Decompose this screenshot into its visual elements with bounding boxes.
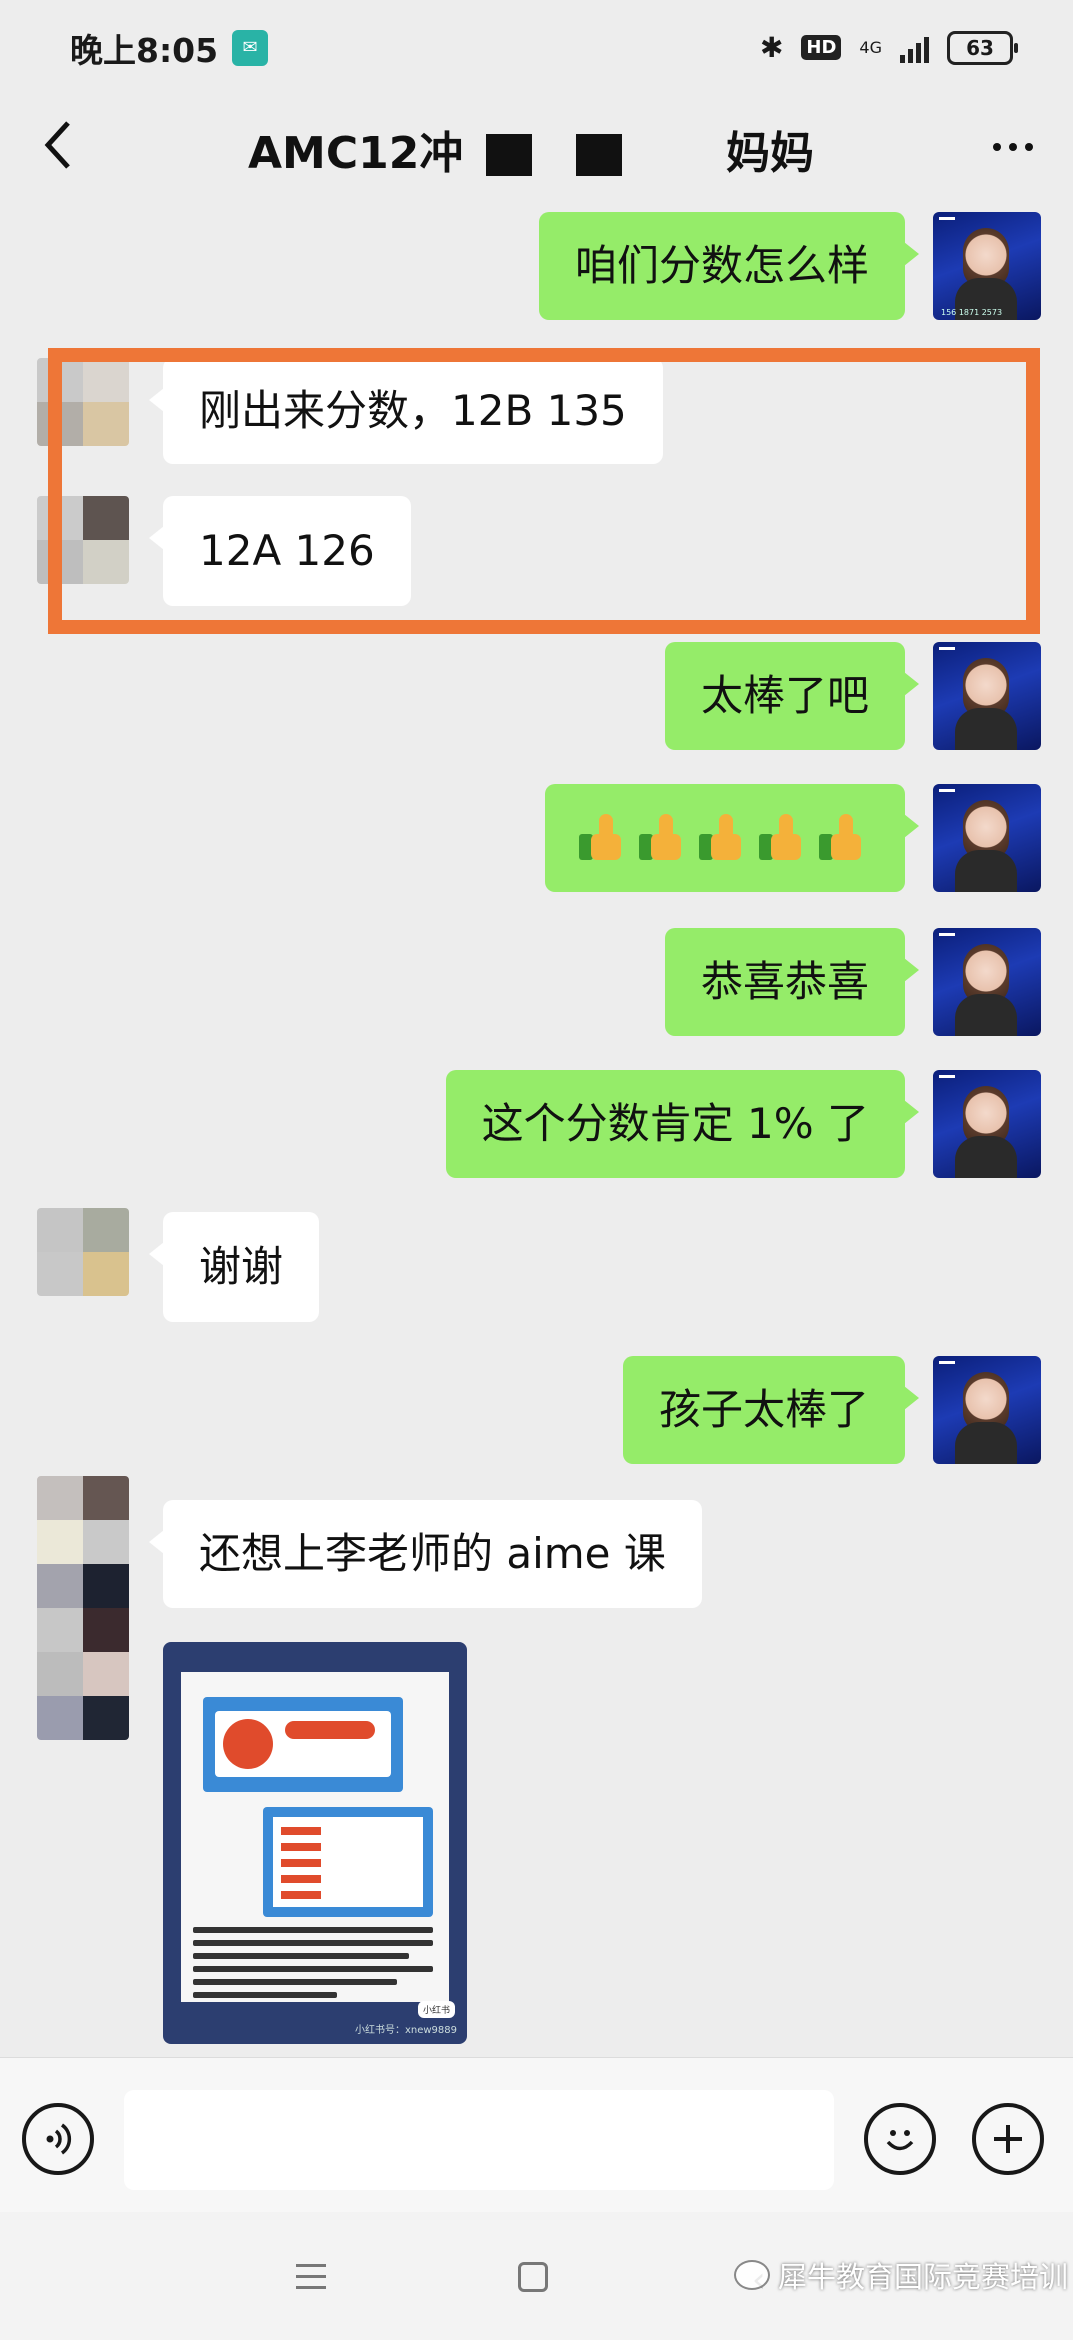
status-indicators: ✱ HD 4G 63 [759, 30, 1018, 65]
title-bar: AMC12冲 妈妈 [0, 95, 1073, 195]
status-bar: 晚上8:05 ✉ ✱ HD 4G 63 [0, 0, 1073, 95]
voice-icon [46, 2123, 72, 2155]
watermark: 犀牛教育国际竞赛培训 [734, 2254, 1068, 2296]
chat-title: AMC12冲 [248, 128, 464, 179]
menu-icon[interactable] [296, 2264, 326, 2297]
back-arrow-icon[interactable] [28, 115, 88, 175]
wechat-logo-icon [734, 2260, 770, 2290]
message-bubble[interactable]: 谢谢 [148, 1212, 320, 1322]
message-input[interactable] [124, 2090, 834, 2190]
home-icon[interactable] [518, 2262, 548, 2292]
more-options-icon[interactable] [983, 117, 1043, 177]
input-bar [0, 2057, 1073, 2212]
self-avatar[interactable] [933, 928, 1041, 1036]
contact-avatar[interactable] [37, 1208, 129, 1296]
notification-icon: ✉ [232, 29, 269, 66]
chat-title-suffix: 妈妈 [726, 128, 814, 179]
image-message[interactable]: 小红书 小红书号：xnew9889 [163, 1642, 467, 2044]
thumbs-up-icon [819, 812, 871, 864]
self-avatar[interactable] [933, 784, 1041, 892]
thumbs-up-icon [579, 812, 631, 864]
network-label: 4G [859, 38, 882, 57]
message-bubble[interactable]: 这个分数肯定 1% 了 [445, 1070, 920, 1178]
message-bubble[interactable] [545, 784, 919, 892]
hd-badge: HD [801, 35, 842, 60]
image-footer: 小红书号：xnew9889 [354, 2025, 457, 2036]
contact-avatar[interactable] [37, 1476, 129, 1740]
self-avatar[interactable] [933, 642, 1041, 750]
message-bubble[interactable]: 咱们分数怎么样 [538, 212, 920, 320]
self-avatar[interactable] [933, 1356, 1041, 1464]
message-bubble[interactable]: 还想上李老师的 aime 课 [149, 1500, 702, 1608]
thumbs-up-icon [639, 812, 691, 864]
bluetooth-icon: ✱ [759, 31, 784, 64]
more-actions-button[interactable] [972, 2103, 1044, 2175]
message-bubble[interactable]: 恭喜恭喜 [664, 928, 920, 1036]
status-time: 晚上8:05 [70, 30, 219, 70]
redaction-block [486, 134, 532, 176]
plus-icon [994, 2125, 1022, 2153]
image-tag: 小红书 [417, 2001, 455, 2018]
self-avatar[interactable] [933, 1070, 1041, 1178]
battery-icon: 63 [947, 30, 1018, 65]
emoji-button[interactable] [864, 2103, 936, 2175]
voice-input-button[interactable] [22, 2103, 94, 2175]
highlight-box [48, 348, 1040, 634]
message-bubble[interactable]: 太棒了吧 [664, 642, 920, 750]
emoji-icon [886, 2130, 914, 2151]
thumbs-up-icon [759, 812, 811, 864]
signal-icon [900, 33, 929, 63]
redaction-block [576, 134, 622, 176]
thumbs-up-icon [699, 812, 751, 864]
self-avatar[interactable]: 156 1871 2573 [933, 212, 1041, 320]
message-bubble[interactable]: 孩子太棒了 [622, 1356, 920, 1464]
